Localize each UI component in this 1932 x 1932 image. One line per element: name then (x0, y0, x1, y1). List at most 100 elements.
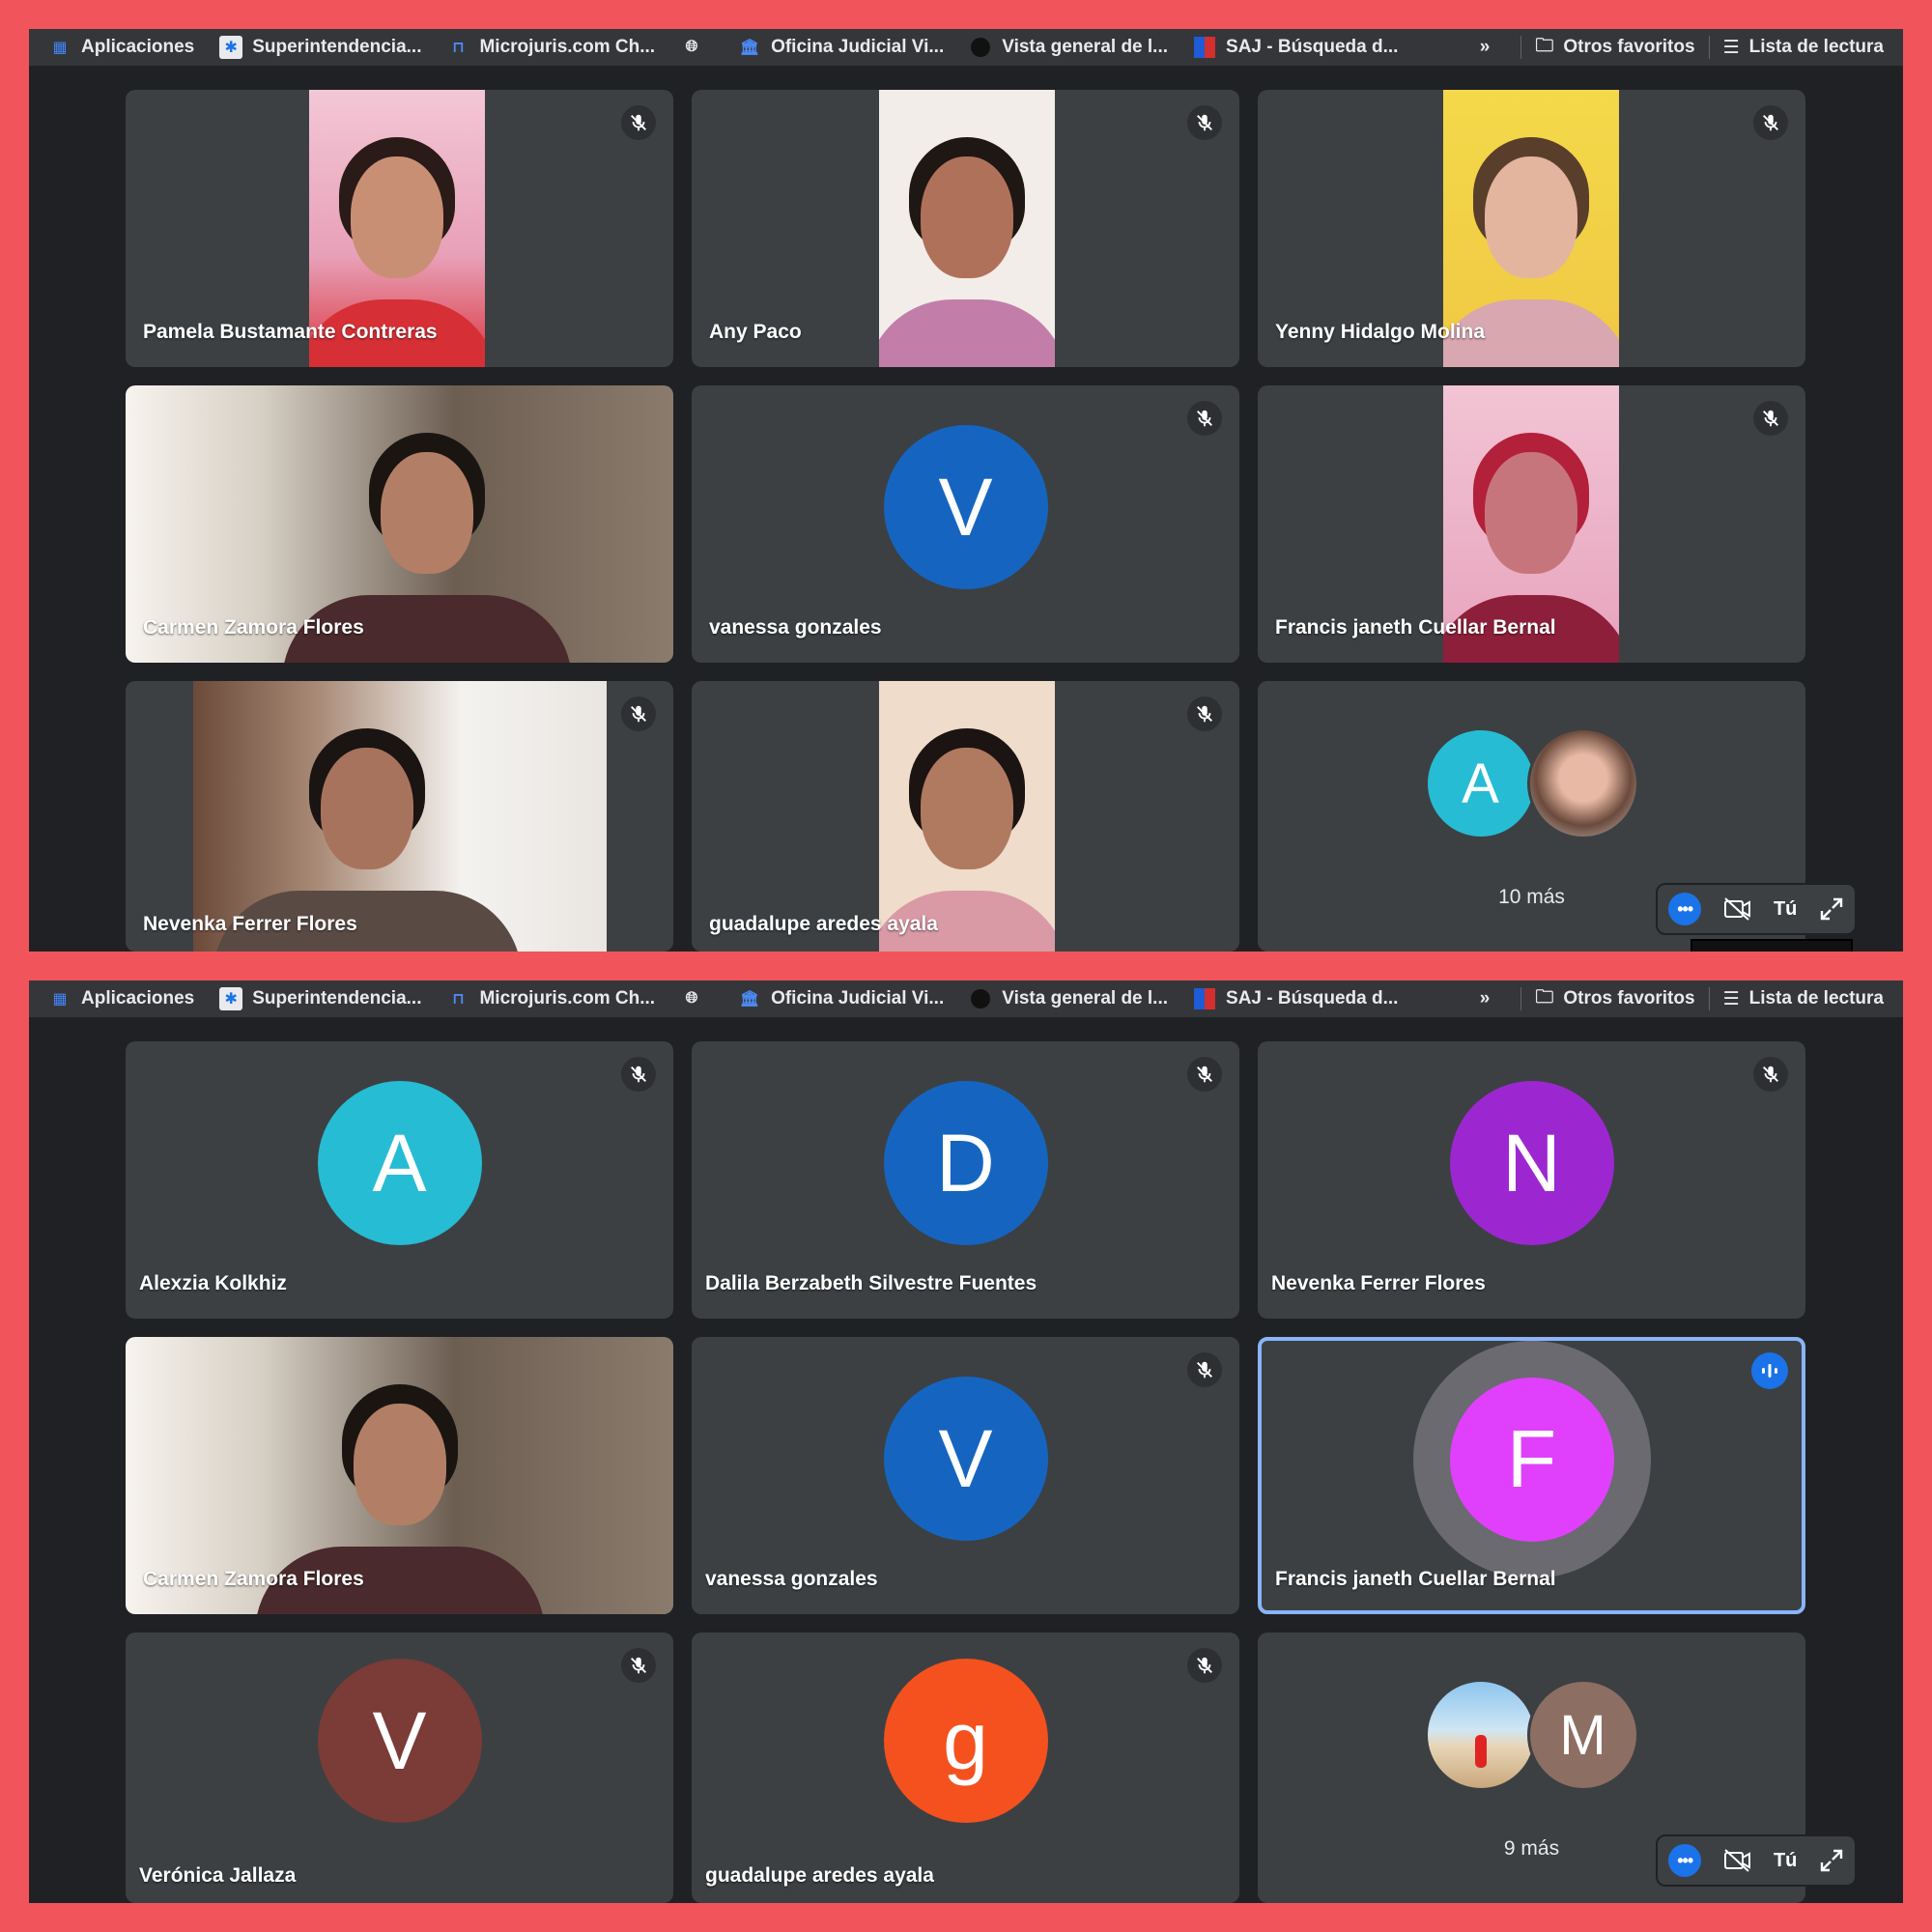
participant-photo-avatar (1424, 1679, 1537, 1792)
camera-off-icon[interactable] (1723, 896, 1752, 922)
bookmark-vista-general[interactable]: Vista general de l... (969, 36, 1168, 59)
circle-icon (969, 36, 992, 59)
apps-grid-icon: ▦ (52, 991, 68, 1008)
video-face (351, 156, 443, 279)
video-face (1485, 156, 1577, 279)
apps-grid-icon: ▦ (52, 40, 68, 56)
participant-name: Nevenka Ferrer Flores (1271, 1272, 1486, 1294)
bookmark-microjuris[interactable]: ⊓ Microjuris.com Ch... (446, 36, 655, 59)
participant-name: guadalupe aredes ayala (709, 913, 938, 935)
reading-list-button[interactable]: Lista de lectura (1749, 37, 1884, 58)
self-view-bar[interactable]: ••• Tú (1656, 883, 1857, 935)
participant-tile[interactable]: Carmen Zamora Flores (126, 1337, 673, 1614)
divider (1520, 987, 1522, 1010)
participant-tile[interactable]: N Nevenka Ferrer Flores (1258, 1041, 1805, 1319)
participant-tile[interactable]: Pamela Bustamante Contreras (126, 90, 673, 367)
self-view-bar[interactable]: ••• Tú (1656, 1834, 1857, 1887)
participant-tile[interactable]: V vanessa gonzales (692, 385, 1239, 663)
divider (1708, 36, 1710, 59)
mic-off-icon (1753, 105, 1788, 140)
video-body (879, 299, 1055, 367)
mic-off-icon (1187, 696, 1222, 731)
bookmark-aplicaciones[interactable]: ▦ Aplicaciones (48, 36, 194, 59)
participant-name: Dalila Berzabeth Silvestre Fuentes (705, 1272, 1037, 1294)
participant-name: Francis janeth Cuellar Bernal (1275, 616, 1556, 639)
bookmarks-overflow-button[interactable]: » (1480, 37, 1491, 58)
participant-avatar: A (1424, 727, 1537, 840)
flag-icon (1193, 987, 1216, 1010)
bookmark-microjuris[interactable]: ⊓ Microjuris.com Ch... (446, 987, 655, 1010)
participant-tile[interactable]: Any Paco (692, 90, 1239, 367)
bookmark-oficina-judicial[interactable]: 🏛︎ Oficina Judicial Vi... (738, 987, 944, 1010)
participant-avatar: D (883, 1081, 1048, 1246)
bookmark-saj[interactable]: SAJ - Búsqueda d... (1193, 36, 1398, 59)
folder-icon: 🗀︎ (1535, 987, 1554, 1008)
self-view-thumbnail (1690, 939, 1853, 952)
participant-tile[interactable]: Carmen Zamora Flores (126, 385, 673, 663)
video-face (1485, 452, 1577, 575)
video-face (921, 748, 1013, 870)
microjuris-icon: ⊓ (452, 40, 465, 56)
divider (1520, 36, 1522, 59)
participant-tile[interactable]: V vanessa gonzales (692, 1337, 1239, 1614)
bookmark-globe[interactable]: 🌐︎ (680, 987, 713, 1010)
participant-tile[interactable]: A Alexzia Kolkhiz (126, 1041, 673, 1319)
participant-name: Pamela Bustamante Contreras (143, 321, 438, 343)
bookmark-saj[interactable]: SAJ - Búsqueda d... (1193, 987, 1398, 1010)
mic-off-icon (1187, 105, 1222, 140)
participant-name: Alexzia Kolkhiz (139, 1272, 287, 1294)
mic-off-icon (1187, 1648, 1222, 1683)
participant-tile[interactable]: D Dalila Berzabeth Silvestre Fuentes (692, 1041, 1239, 1319)
participant-name: Yenny Hidalgo Molina (1275, 321, 1486, 343)
divider (1708, 987, 1710, 1010)
mic-off-icon (621, 1057, 656, 1092)
expand-icon[interactable] (1819, 1848, 1844, 1873)
participant-tile[interactable]: Nevenka Ferrer Flores (126, 681, 673, 952)
participant-tile[interactable]: Francis janeth Cuellar Bernal (1258, 385, 1805, 663)
more-options-icon[interactable]: ••• (1668, 893, 1702, 925)
mic-off-icon (1753, 1057, 1788, 1092)
globe-icon: 🌐︎ (685, 990, 698, 1007)
bank-icon: 🏛︎ (739, 40, 760, 56)
expand-icon[interactable] (1819, 896, 1844, 922)
participant-video (193, 681, 607, 952)
speaking-indicator-icon (1751, 1352, 1788, 1389)
reading-list-button[interactable]: Lista de lectura (1749, 988, 1884, 1009)
video-face (380, 452, 473, 575)
bank-icon: 🏛︎ (739, 991, 760, 1008)
participant-avatar: V (317, 1659, 482, 1823)
other-bookmarks-button[interactable]: Otros favoritos (1563, 37, 1694, 58)
participant-tile[interactable]: guadalupe aredes ayala (692, 681, 1239, 952)
video-face (353, 1404, 446, 1526)
mic-off-icon (1187, 1352, 1222, 1387)
participant-video (879, 90, 1055, 367)
bookmarks-overflow-button[interactable]: » (1480, 988, 1491, 1009)
more-participants-avatars: M (1424, 1679, 1639, 1792)
participant-name: guadalupe aredes ayala (705, 1864, 934, 1887)
other-bookmarks-button[interactable]: Otros favoritos (1563, 988, 1694, 1009)
bookmark-aplicaciones[interactable]: ▦ Aplicaciones (48, 987, 194, 1010)
video-face (320, 748, 413, 870)
mic-off-icon (1753, 401, 1788, 436)
mic-off-icon (621, 105, 656, 140)
bookmark-globe[interactable]: 🌐︎ (680, 36, 713, 59)
reading-list-icon: ☰ (1722, 37, 1740, 58)
participant-name: Carmen Zamora Flores (143, 1568, 364, 1590)
participant-avatar: M (1526, 1679, 1639, 1792)
mic-off-icon (1187, 1057, 1222, 1092)
participant-name: Francis janeth Cuellar Bernal (1275, 1568, 1556, 1590)
bookmark-vista-general[interactable]: Vista general de l... (969, 987, 1168, 1010)
bookmark-superintendencia[interactable]: ✱ Superintendencia... (219, 987, 421, 1010)
participant-tile[interactable]: g guadalupe aredes ayala (692, 1633, 1239, 1903)
bookmarks-bar: ▦ Aplicaciones ✱ Superintendencia... ⊓ Micr… (29, 980, 1903, 1017)
participant-tile[interactable]: Yenny Hidalgo Molina (1258, 90, 1805, 367)
participant-tile[interactable]: V Verónica Jallaza (126, 1633, 673, 1903)
participant-tile-speaking[interactable]: F Francis janeth Cuellar Bernal (1258, 1337, 1805, 1614)
camera-off-icon[interactable] (1723, 1848, 1752, 1873)
participant-name: vanessa gonzales (709, 616, 882, 639)
more-options-icon[interactable]: ••• (1668, 1844, 1702, 1877)
participant-name: Any Paco (709, 321, 802, 343)
bookmark-superintendencia[interactable]: ✱ Superintendencia... (219, 36, 421, 59)
participant-avatar: g (883, 1659, 1048, 1823)
bookmark-oficina-judicial[interactable]: 🏛︎ Oficina Judicial Vi... (738, 36, 944, 59)
